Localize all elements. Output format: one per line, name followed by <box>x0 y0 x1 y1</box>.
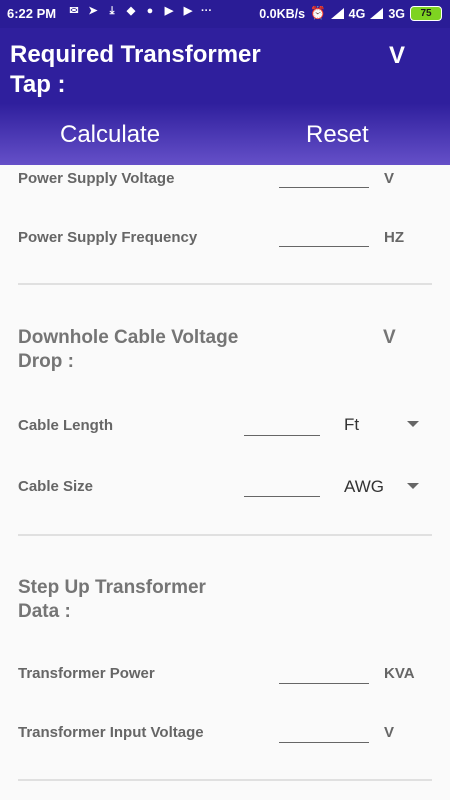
chevron-down-icon[interactable] <box>407 421 419 427</box>
cable-drop-heading: Downhole Cable Voltage Drop : <box>18 327 239 372</box>
result-title: Required Transformer Tap : <box>10 41 261 98</box>
cable-size-unit-select[interactable]: AWG <box>344 477 384 497</box>
youtube-icon: ▶ <box>183 5 193 17</box>
status-bar: 6:22 PM ✉ ➤ ⤓ ◆ ● ▶ ▶ ··· 0.0KB/s ⏰ 4G 3… <box>0 0 450 28</box>
divider <box>18 283 432 285</box>
chat-icon: ● <box>146 5 154 17</box>
telegram-icon: ➤ <box>88 5 98 17</box>
step-up-heading: Step Up Transformer Data : <box>18 577 206 622</box>
app-header: Required Transformer Tap : V Calculate R… <box>0 28 450 165</box>
transformer-input-voltage-label: Transformer Input Voltage <box>18 724 204 741</box>
more-dots: ··· <box>201 5 212 17</box>
download-icon: ⤓ <box>109 5 115 17</box>
notification-icons: ✉ ➤ ⤓ ◆ ● ▶ ▶ ··· <box>68 6 212 17</box>
mail-icon: ✉ <box>69 5 79 17</box>
network-type-1: 4G <box>348 6 366 21</box>
transformer-power-label: Transformer Power <box>18 665 155 682</box>
calculate-button[interactable]: Calculate <box>60 121 160 149</box>
cable-size-input[interactable] <box>244 476 320 497</box>
app-icon: ◆ <box>126 5 136 17</box>
signal-icon <box>330 8 344 19</box>
result-unit: V <box>389 42 406 69</box>
battery-icon: 75 <box>410 6 442 21</box>
signal-icon <box>370 8 384 19</box>
divider <box>18 779 432 781</box>
transformer-power-unit: KVA <box>384 665 415 682</box>
youtube-icon: ▶ <box>164 5 174 17</box>
cable-size-label: Cable Size <box>18 478 94 495</box>
cable-length-input[interactable] <box>244 415 320 436</box>
chevron-down-icon[interactable] <box>407 483 419 489</box>
transformer-input-voltage-unit: V <box>384 724 395 741</box>
power-supply-frequency-input[interactable] <box>279 226 369 247</box>
network-type-2: 3G <box>388 6 405 21</box>
divider <box>18 534 432 536</box>
power-supply-voltage-unit: V <box>384 170 395 187</box>
alarm-icon: ⏰ <box>310 6 326 20</box>
power-supply-voltage-label: Power Supply Voltage <box>18 170 175 187</box>
power-supply-frequency-label: Power Supply Frequency <box>18 229 198 246</box>
status-time: 6:22 PM <box>7 6 57 21</box>
transformer-input-voltage-input[interactable] <box>279 722 369 743</box>
network-speed: 0.0KB/s <box>259 6 306 21</box>
reset-button[interactable]: Reset <box>306 121 369 149</box>
cable-drop-unit: V <box>383 327 396 348</box>
transformer-power-input[interactable] <box>279 663 369 684</box>
power-supply-voltage-input[interactable] <box>279 167 369 188</box>
power-supply-frequency-unit: HZ <box>384 229 404 246</box>
cable-length-unit-select[interactable]: Ft <box>344 415 359 435</box>
status-right: 0.0KB/s ⏰ 4G 3G 75 <box>259 6 442 21</box>
cable-length-label: Cable Length <box>18 417 114 434</box>
